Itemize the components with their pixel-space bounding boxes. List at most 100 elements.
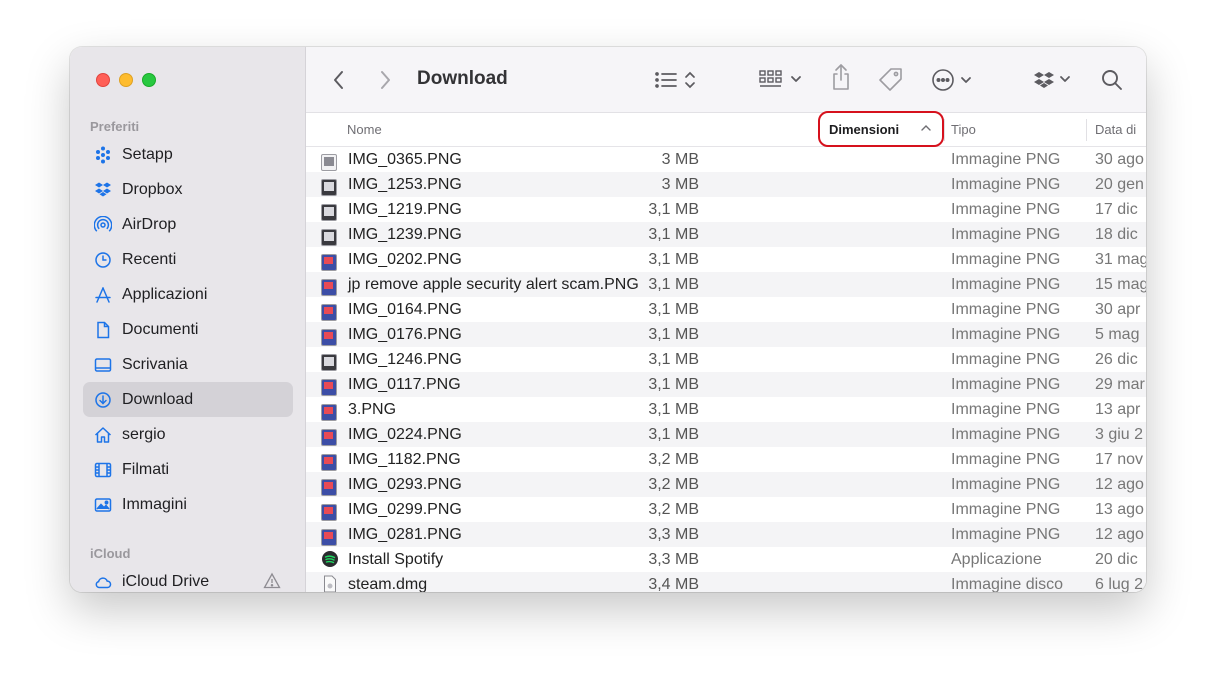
sidebar-item-icloud-drive[interactable]: iCloud Drive (83, 564, 293, 592)
sidebar-item-download[interactable]: Download (83, 382, 293, 417)
file-name: IMG_0281.PNG (348, 525, 462, 543)
view-options-button[interactable] (654, 67, 702, 93)
file-type: Immagine PNG (951, 350, 1061, 368)
column-divider[interactable] (944, 119, 945, 141)
column-name[interactable]: Nome (347, 122, 382, 137)
app-icon (321, 550, 339, 568)
png-file-icon (321, 179, 337, 196)
close-button[interactable] (96, 73, 110, 87)
png-file-icon (321, 304, 337, 321)
png-file-icon (321, 404, 337, 421)
sort-column-highlight (818, 111, 944, 147)
table-row[interactable]: Install Spotify 3,3 MB Applicazione 20 dic (306, 547, 1146, 572)
airdrop-icon (93, 215, 113, 235)
table-row[interactable]: IMG_1253.PNG 3 MB Immagine PNG 20 gen (306, 172, 1146, 197)
table-row[interactable]: IMG_0224.PNG 3,1 MB Immagine PNG 3 giu 2 (306, 422, 1146, 447)
table-row[interactable]: IMG_1219.PNG 3,1 MB Immagine PNG 17 dic (306, 197, 1146, 222)
sidebar-item-label: Dropbox (122, 180, 183, 198)
table-row[interactable]: steam.dmg 3,4 MB Immagine disco 6 lug 2 (306, 572, 1146, 592)
table-row[interactable]: IMG_0164.PNG 3,1 MB Immagine PNG 30 apr (306, 297, 1146, 322)
sidebar-item-immagini[interactable]: Immagini (83, 487, 293, 522)
tag-button[interactable] (878, 67, 904, 93)
file-size: 3,3 MB (648, 550, 699, 568)
file-name: IMG_0365.PNG (348, 150, 462, 168)
table-row[interactable]: IMG_1182.PNG 3,2 MB Immagine PNG 17 nov (306, 447, 1146, 472)
sidebar-item-label: sergio (122, 425, 166, 443)
file-type: Immagine PNG (951, 400, 1061, 418)
file-name: IMG_1246.PNG (348, 350, 462, 368)
sidebar-item-label: Setapp (122, 145, 173, 163)
sidebar-item-scrivania[interactable]: Scrivania (83, 347, 293, 382)
sidebar-item-setapp[interactable]: Setapp (83, 137, 293, 172)
applications-icon (93, 285, 113, 305)
desktop-icon (93, 355, 113, 375)
sidebar-item-label: Filmati (122, 460, 170, 478)
file-size: 3 MB (661, 150, 699, 168)
file-size: 3,1 MB (648, 350, 699, 368)
zoom-button[interactable] (142, 73, 156, 87)
table-row[interactable]: jp remove apple security alert scam.PNG 3… (306, 272, 1146, 297)
sidebar-item-label: Applicazioni (122, 285, 208, 303)
sidebar-item-dropbox[interactable]: Dropbox (83, 172, 293, 207)
column-date[interactable]: Data di (1095, 122, 1136, 137)
table-row[interactable]: IMG_1246.PNG 3,1 MB Immagine PNG 26 dic (306, 347, 1146, 372)
table-row[interactable]: IMG_1239.PNG 3,1 MB Immagine PNG 18 dic (306, 222, 1146, 247)
document-icon (93, 320, 113, 340)
column-divider[interactable] (1086, 119, 1087, 141)
table-row[interactable]: IMG_0281.PNG 3,3 MB Immagine PNG 12 ago (306, 522, 1146, 547)
sidebar-item-label: Immagini (122, 495, 187, 513)
sidebar-item-documenti[interactable]: Documenti (83, 312, 293, 347)
sidebar-item-recenti[interactable]: Recenti (83, 242, 293, 277)
home-icon (93, 425, 113, 445)
file-size: 3,1 MB (648, 325, 699, 343)
cloud-icon (93, 572, 113, 592)
table-row[interactable]: IMG_0299.PNG 3,2 MB Immagine PNG 13 ago (306, 497, 1146, 522)
search-button[interactable] (1101, 67, 1123, 93)
window-controls (96, 73, 156, 87)
table-row[interactable]: 3.PNG 3,1 MB Immagine PNG 13 apr (306, 397, 1146, 422)
table-row[interactable]: IMG_0365.PNG 3 MB Immagine PNG 30 ago (306, 147, 1146, 172)
tag-icon (879, 68, 902, 91)
action-button[interactable] (931, 67, 977, 93)
table-row[interactable]: IMG_0117.PNG 3,1 MB Immagine PNG 29 mar (306, 372, 1146, 397)
png-file-icon (321, 204, 337, 221)
file-date: 12 ago (1095, 525, 1144, 543)
sidebar-item-label: Scrivania (122, 355, 188, 373)
sidebar-item-filmati[interactable]: Filmati (83, 452, 293, 487)
sidebar-item-label: AirDrop (122, 215, 177, 233)
file-name: IMG_1253.PNG (348, 175, 462, 193)
share-button[interactable] (831, 64, 851, 90)
file-date: 20 gen (1095, 175, 1144, 193)
png-file-icon (321, 154, 337, 171)
sidebar-item-applicazioni[interactable]: Applicazioni (83, 277, 293, 312)
table-row[interactable]: IMG_0293.PNG 3,2 MB Immagine PNG 12 ago (306, 472, 1146, 497)
back-button[interactable] (332, 67, 346, 93)
file-date: 20 dic (1095, 550, 1138, 568)
file-date: 6 lug 2 (1095, 575, 1144, 593)
window-title: Download (417, 68, 508, 89)
file-name: IMG_0164.PNG (348, 300, 462, 318)
file-name: jp remove apple security alert scam.PNG (348, 275, 639, 293)
more-icon (932, 69, 971, 91)
group-button[interactable] (759, 67, 805, 93)
sidebar-item-sergio[interactable]: sergio (83, 417, 293, 452)
icloud-list: iCloud Drive (83, 564, 293, 592)
file-size: 3 MB (661, 175, 699, 193)
file-type: Immagine PNG (951, 525, 1061, 543)
file-date: 13 ago (1095, 500, 1144, 518)
minimize-button[interactable] (119, 73, 133, 87)
dropbox-toolbar-button[interactable] (1033, 67, 1075, 93)
column-type[interactable]: Tipo (951, 122, 976, 137)
chevron-right-icon (381, 71, 390, 89)
file-name: IMG_1239.PNG (348, 225, 462, 243)
file-size: 3,1 MB (648, 300, 699, 318)
file-date: 17 dic (1095, 200, 1138, 218)
sidebar-item-airdrop[interactable]: AirDrop (83, 207, 293, 242)
table-row[interactable]: IMG_0202.PNG 3,1 MB Immagine PNG 31 mag (306, 247, 1146, 272)
sidebar: Preferiti Setapp Dropbox AirDrop Recenti… (70, 47, 306, 592)
forward-button[interactable] (378, 67, 392, 93)
table-row[interactable]: IMG_0176.PNG 3,1 MB Immagine PNG 5 mag (306, 322, 1146, 347)
file-type: Immagine PNG (951, 225, 1061, 243)
file-size: 3,1 MB (648, 425, 699, 443)
file-date: 3 giu 2 (1095, 425, 1144, 443)
